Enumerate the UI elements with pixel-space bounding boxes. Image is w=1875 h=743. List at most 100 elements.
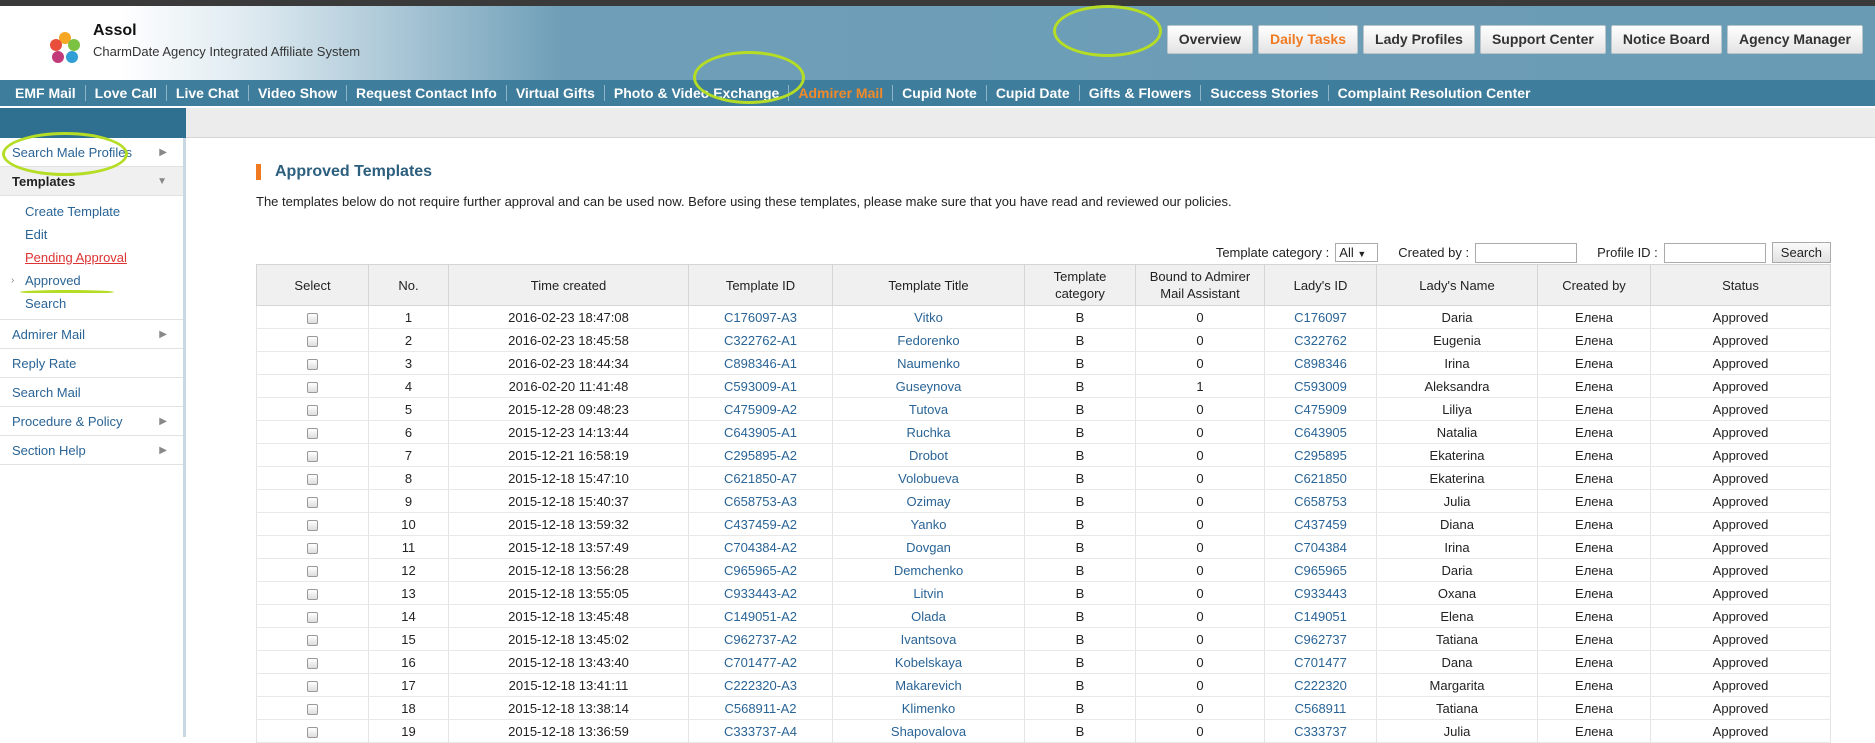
row-select-checkbox[interactable] [307,381,318,393]
cell-template-id[interactable]: C176097-A3 [688,305,833,329]
main-nav-video-show[interactable]: Video Show [249,85,348,101]
cell-template-title[interactable]: Volobueva [832,466,1025,490]
main-nav-photo-video-exchange[interactable]: Photo & Video Exchange [605,85,790,101]
main-nav-love-call[interactable]: Love Call [86,85,167,101]
cell-lady-id[interactable]: C704384 [1264,535,1377,559]
main-nav-cupid-date[interactable]: Cupid Date [987,85,1080,101]
row-select-checkbox[interactable] [307,611,318,623]
row-select-checkbox[interactable] [307,703,318,715]
cell-template-title[interactable]: Vitko [832,305,1025,329]
sidebar-item-search-male-profiles[interactable]: Search Male Profiles ▶ [0,138,183,167]
cell-template-title[interactable]: Litvin [832,581,1025,605]
top-nav-overview[interactable]: Overview [1166,25,1253,54]
sidebar-item-procedure-policy[interactable]: Procedure & Policy ▶ [0,407,183,436]
cell-template-id[interactable]: C222320-A3 [688,673,833,697]
cell-template-title[interactable]: Tutova [832,397,1025,421]
cell-lady-id[interactable]: C962737 [1264,627,1377,651]
profile-id-input[interactable] [1663,242,1766,263]
cell-template-title[interactable]: Guseynova [832,374,1025,398]
sidebar-item-reply-rate[interactable]: Reply Rate [0,349,183,378]
cell-lady-id[interactable]: C222320 [1264,673,1377,697]
cell-template-id[interactable]: C704384-A2 [688,535,833,559]
main-nav-live-chat[interactable]: Live Chat [167,85,249,101]
row-select-checkbox[interactable] [307,335,318,347]
cell-template-id[interactable]: C593009-A1 [688,374,833,398]
cell-lady-id[interactable]: C701477 [1264,650,1377,674]
sidebar-item-admirer-mail[interactable]: Admirer Mail ▶ [0,320,183,349]
cell-lady-id[interactable]: C176097 [1264,305,1377,329]
row-select-checkbox[interactable] [307,358,318,370]
main-nav-complaint-resolution[interactable]: Complaint Resolution Center [1329,85,1540,101]
top-nav-daily-tasks[interactable]: Daily Tasks [1258,25,1359,54]
row-select-checkbox[interactable] [307,404,318,416]
row-select-checkbox[interactable] [307,657,318,669]
cell-template-id[interactable]: C322762-A1 [688,328,833,352]
category-select[interactable]: All ▼ [1335,243,1379,262]
sidebar-subitem-edit[interactable]: Edit [0,223,183,246]
sidebar-subitem-create-template[interactable]: Create Template [0,200,183,223]
row-select-checkbox[interactable] [307,565,318,577]
cell-template-id[interactable]: C295895-A2 [688,443,833,467]
cell-template-id[interactable]: C658753-A3 [688,489,833,513]
sidebar-item-templates[interactable]: Templates ▼ [0,167,183,196]
row-select-checkbox[interactable] [307,634,318,646]
cell-template-id[interactable]: C643905-A1 [688,420,833,444]
sidebar-item-section-help[interactable]: Section Help ▶ [0,436,183,465]
cell-lady-id[interactable]: C658753 [1264,489,1377,513]
cell-template-title[interactable]: Naumenko [832,351,1025,375]
row-select-checkbox[interactable] [307,519,318,531]
cell-template-title[interactable]: Shapovalova [832,719,1025,743]
created-by-input[interactable] [1475,242,1578,263]
cell-lady-id[interactable]: C568911 [1264,696,1377,720]
cell-template-id[interactable]: C701477-A2 [688,650,833,674]
sidebar-subitem-approved[interactable]: › Approved [0,269,183,292]
cell-template-title[interactable]: Drobot [832,443,1025,467]
cell-template-id[interactable]: C333737-A4 [688,719,833,743]
top-nav-agency-manager[interactable]: Agency Manager [1726,25,1863,54]
row-select-checkbox[interactable] [307,450,318,462]
row-select-checkbox[interactable] [307,588,318,600]
cell-template-title[interactable]: Ozimay [832,489,1025,513]
row-select-checkbox[interactable] [307,312,318,324]
cell-lady-id[interactable]: C437459 [1264,512,1377,536]
row-select-checkbox[interactable] [307,427,318,439]
top-nav-support-center[interactable]: Support Center [1479,25,1606,54]
cell-template-title[interactable]: Olada [832,604,1025,628]
main-nav-emf-mail[interactable]: EMF Mail [6,85,86,101]
main-nav-admirer-mail[interactable]: Admirer Mail [789,85,894,101]
main-nav-virtual-gifts[interactable]: Virtual Gifts [507,85,605,101]
main-nav-request-contact-info[interactable]: Request Contact Info [347,85,507,101]
sidebar-subitem-pending-approval[interactable]: Pending Approval [0,246,183,269]
cell-template-title[interactable]: Ruchka [832,420,1025,444]
row-select-checkbox[interactable] [307,473,318,485]
cell-template-title[interactable]: Kobelskaya [832,650,1025,674]
cell-lady-id[interactable]: C933443 [1264,581,1377,605]
cell-lady-id[interactable]: C322762 [1264,328,1377,352]
cell-lady-id[interactable]: C475909 [1264,397,1377,421]
cell-lady-id[interactable]: C965965 [1264,558,1377,582]
cell-template-title[interactable]: Yanko [832,512,1025,536]
cell-lady-id[interactable]: C643905 [1264,420,1377,444]
cell-template-id[interactable]: C621850-A7 [688,466,833,490]
cell-lady-id[interactable]: C333737 [1264,719,1377,743]
top-nav-notice-board[interactable]: Notice Board [1610,25,1722,54]
cell-template-id[interactable]: C898346-A1 [688,351,833,375]
cell-template-id[interactable]: C149051-A2 [688,604,833,628]
search-button[interactable]: Search [1771,242,1831,263]
cell-lady-id[interactable]: C149051 [1264,604,1377,628]
cell-template-id[interactable]: C962737-A2 [688,627,833,651]
cell-template-title[interactable]: Fedorenko [832,328,1025,352]
cell-lady-id[interactable]: C898346 [1264,351,1377,375]
cell-template-id[interactable]: C437459-A2 [688,512,833,536]
sidebar-item-search-mail[interactable]: Search Mail [0,378,183,407]
row-select-checkbox[interactable] [307,680,318,692]
row-select-checkbox[interactable] [307,496,318,508]
top-nav-lady-profiles[interactable]: Lady Profiles [1363,25,1475,54]
cell-template-title[interactable]: Demchenko [832,558,1025,582]
row-select-checkbox[interactable] [307,542,318,554]
cell-template-id[interactable]: C568911-A2 [688,696,833,720]
cell-template-id[interactable]: C965965-A2 [688,558,833,582]
cell-template-title[interactable]: Dovgan [832,535,1025,559]
main-nav-cupid-note[interactable]: Cupid Note [893,85,987,101]
cell-lady-id[interactable]: C593009 [1264,374,1377,398]
